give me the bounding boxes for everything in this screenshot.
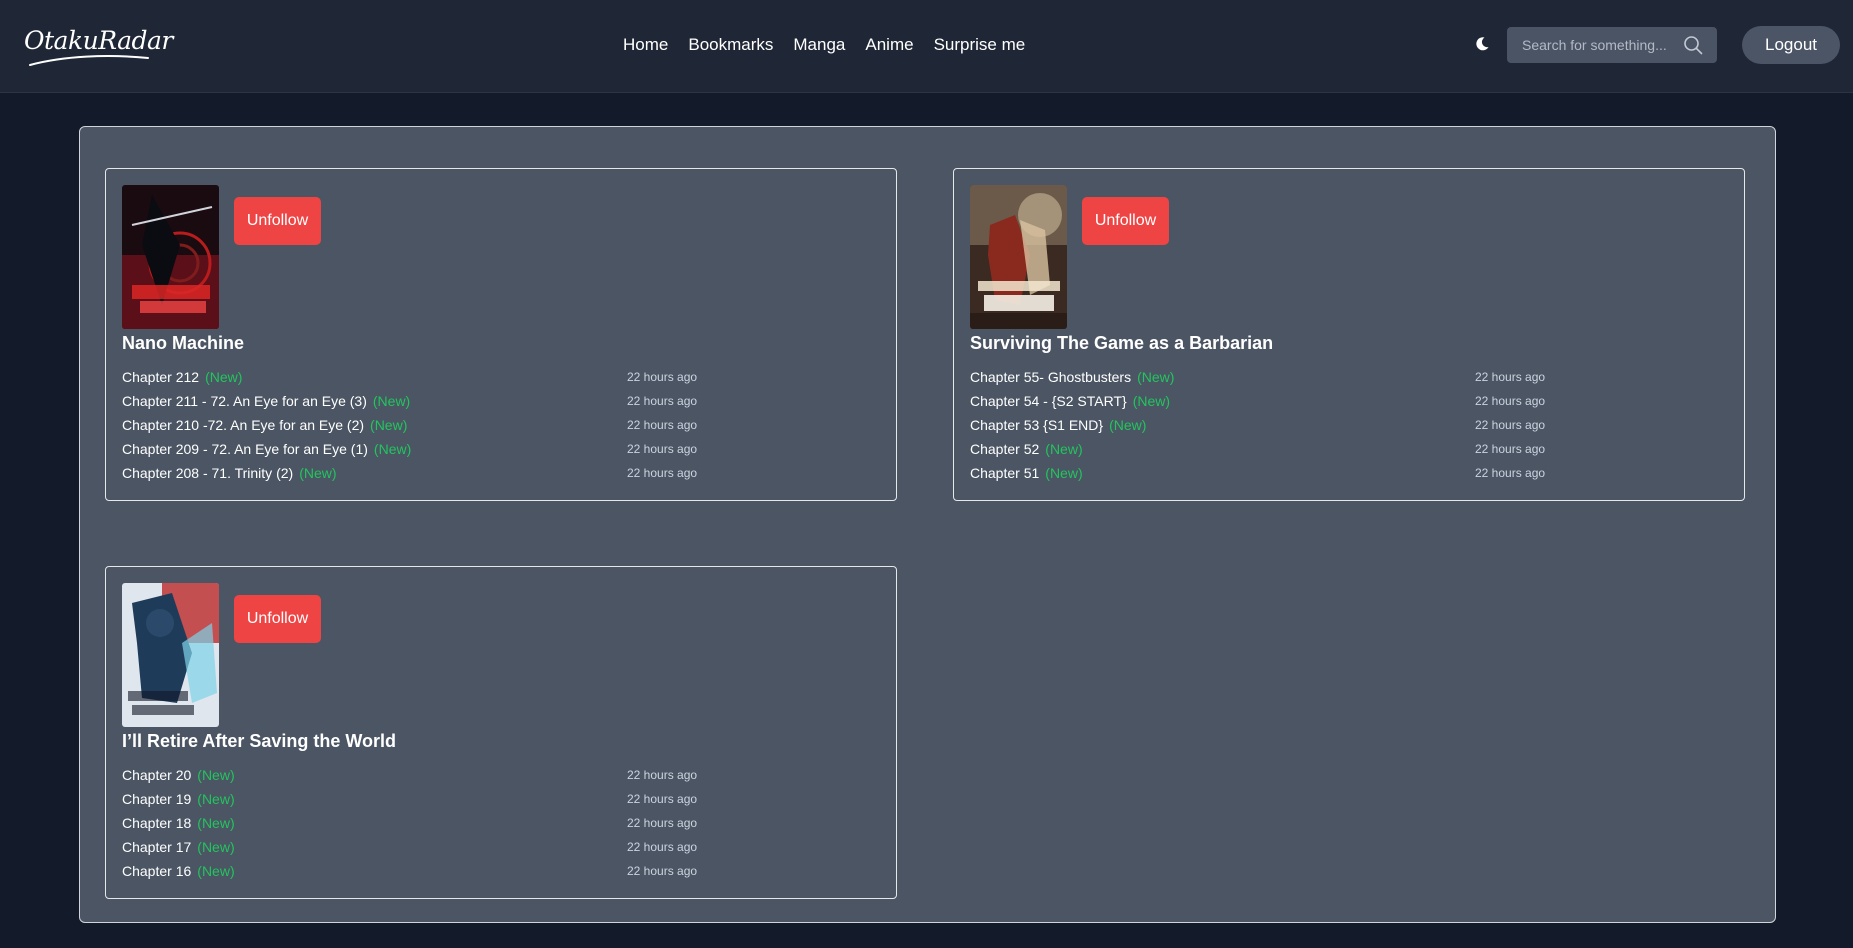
chapter-item[interactable]: Chapter 17 (New) 22 hours ago: [122, 839, 702, 863]
new-badge: (New): [370, 417, 408, 433]
chapter-time: 22 hours ago: [627, 768, 698, 782]
chapter-time: 22 hours ago: [627, 466, 698, 480]
chapter-time: 22 hours ago: [627, 394, 698, 408]
cover-image[interactable]: [970, 185, 1067, 329]
chapter-time: 22 hours ago: [627, 864, 698, 878]
chapter-name: Chapter 54 - {S2 START}: [970, 393, 1127, 409]
chapter-time: 22 hours ago: [1475, 466, 1546, 480]
chapter-time: 22 hours ago: [1475, 418, 1546, 432]
cover-image[interactable]: [122, 185, 219, 329]
chapter-item[interactable]: Chapter 53 {S1 END} (New) 22 hours ago: [970, 417, 1550, 441]
chapter-name: Chapter 209 - 72. An Eye for an Eye (1): [122, 441, 368, 457]
chapter-time: 22 hours ago: [1475, 442, 1546, 456]
nav-bookmarks[interactable]: Bookmarks: [688, 35, 773, 55]
chapter-name: Chapter 210 -72. An Eye for an Eye (2): [122, 417, 365, 433]
manga-title[interactable]: I’ll Retire After Saving the World: [122, 731, 396, 752]
new-badge: (New): [1137, 369, 1175, 385]
unfollow-button[interactable]: Unfollow: [234, 595, 321, 643]
manga-title[interactable]: Surviving The Game as a Barbarian: [970, 333, 1273, 354]
chapter-time: 22 hours ago: [627, 816, 698, 830]
chapter-item[interactable]: Chapter 19 (New) 22 hours ago: [122, 791, 702, 815]
chapter-time: 22 hours ago: [627, 792, 698, 806]
nav-surprise-me[interactable]: Surprise me: [934, 35, 1026, 55]
chapter-item[interactable]: Chapter 18 (New) 22 hours ago: [122, 815, 702, 839]
chapter-name: Chapter 19: [122, 791, 192, 807]
chapter-list: Chapter 20 (New) 22 hours ago Chapter 19 (…: [122, 767, 702, 887]
follow-card: Unfollow Nano Machine Chapter 212 (New) 2…: [105, 168, 897, 501]
chapter-name: Chapter 208 - 71. Trinity (2): [122, 465, 294, 481]
new-badge: (New): [373, 441, 412, 457]
chapter-item[interactable]: Chapter 20 (New) 22 hours ago: [122, 767, 702, 791]
follow-card: Unfollow I’ll Retire After Saving the Wo…: [105, 566, 897, 899]
chapter-item[interactable]: Chapter 209 - 72. An Eye for an Eye (1) (…: [122, 441, 702, 465]
new-badge: (New): [197, 815, 235, 831]
site-logo[interactable]: OtakuRadar: [24, 26, 173, 55]
main-nav: Home Bookmarks Manga Anime Surprise me: [623, 35, 1025, 55]
chapter-name: Chapter 51: [970, 465, 1040, 481]
chapter-item[interactable]: Chapter 211 - 72. An Eye for an Eye (3) (…: [122, 393, 702, 417]
chapter-time: 22 hours ago: [627, 418, 698, 432]
moon-icon[interactable]: [1474, 36, 1490, 52]
chapter-name: Chapter 18: [122, 815, 192, 831]
chapter-time: 22 hours ago: [1475, 394, 1546, 408]
chapter-item[interactable]: Chapter 208 - 71. Trinity (2) (New) 22 ho…: [122, 465, 702, 489]
logout-button[interactable]: Logout: [1742, 26, 1840, 64]
chapter-name: Chapter 212: [122, 369, 200, 385]
chapter-time: 22 hours ago: [627, 370, 698, 384]
new-badge: (New): [197, 839, 235, 855]
new-badge: (New): [1109, 417, 1147, 433]
new-badge: (New): [197, 767, 235, 783]
follow-card: Unfollow Surviving The Game as a Barbari…: [953, 168, 1745, 501]
new-badge: (New): [197, 791, 235, 807]
chapter-list: Chapter 55- Ghostbusters (New) 22 hours a…: [970, 369, 1550, 489]
new-badge: (New): [205, 369, 243, 385]
chapter-name: Chapter 53 {S1 END}: [970, 417, 1104, 433]
chapter-time: 22 hours ago: [627, 442, 698, 456]
chapter-item[interactable]: Chapter 55- Ghostbusters (New) 22 hours a…: [970, 369, 1550, 393]
chapter-name: Chapter 55- Ghostbusters: [970, 369, 1132, 385]
chapter-name: Chapter 52: [970, 441, 1040, 457]
top-navbar: OtakuRadar Home Bookmarks Manga Anime Su…: [0, 0, 1853, 93]
new-badge: (New): [1045, 441, 1083, 457]
chapter-list: Chapter 212 (New) 22 hours ago Chapter 21…: [122, 369, 702, 489]
nav-manga[interactable]: Manga: [793, 35, 845, 55]
chapter-item[interactable]: Chapter 54 - {S2 START} (New) 22 hours ag…: [970, 393, 1550, 417]
search-box: [1507, 27, 1717, 63]
chapter-item[interactable]: Chapter 210 -72. An Eye for an Eye (2) (N…: [122, 417, 702, 441]
new-badge: (New): [197, 863, 235, 879]
new-badge: (New): [1045, 465, 1083, 481]
logo-swoosh-icon: [29, 55, 149, 66]
chapter-name: Chapter 17: [122, 839, 192, 855]
chapter-time: 22 hours ago: [1475, 370, 1546, 384]
chapter-name: Chapter 20: [122, 767, 192, 783]
chapter-item[interactable]: Chapter 52 (New) 22 hours ago: [970, 441, 1550, 465]
chapter-item[interactable]: Chapter 16 (New) 22 hours ago: [122, 863, 702, 887]
new-badge: (New): [372, 393, 411, 409]
cover-image[interactable]: [122, 583, 219, 727]
chapter-name: Chapter 16: [122, 863, 192, 879]
chapter-item[interactable]: Chapter 212 (New) 22 hours ago: [122, 369, 702, 393]
follows-panel: Unfollow Nano Machine Chapter 212 (New) 2…: [79, 126, 1776, 923]
nav-anime[interactable]: Anime: [865, 35, 913, 55]
chapter-item[interactable]: Chapter 51 (New) 22 hours ago: [970, 465, 1550, 489]
new-badge: (New): [1132, 393, 1171, 409]
nav-home[interactable]: Home: [623, 35, 668, 55]
unfollow-button[interactable]: Unfollow: [234, 197, 321, 245]
chapter-time: 22 hours ago: [627, 840, 698, 854]
chapter-name: Chapter 211 - 72. An Eye for an Eye (3): [122, 393, 367, 409]
manga-title[interactable]: Nano Machine: [122, 333, 244, 354]
unfollow-button[interactable]: Unfollow: [1082, 197, 1169, 245]
new-badge: (New): [299, 465, 337, 481]
search-icon[interactable]: [1683, 35, 1703, 55]
